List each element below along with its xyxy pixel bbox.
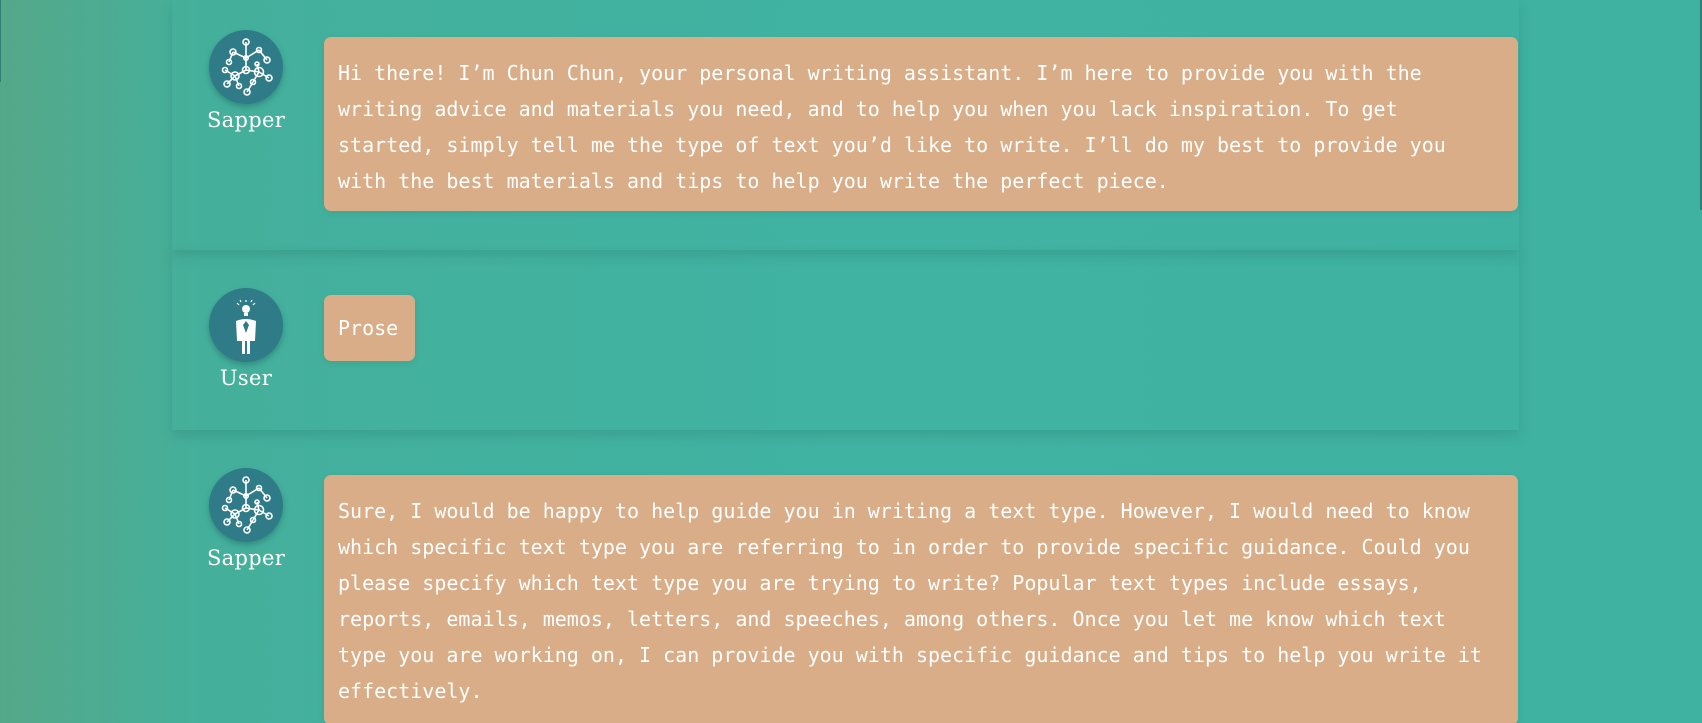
network-nodes-icon: [221, 476, 273, 534]
message-bubble: Sure, I would be happy to help guide you…: [324, 475, 1518, 723]
sender-name: User: [219, 366, 273, 390]
message-row-bot: Sapper Hi there! I’m Chun Chun, your per…: [172, 0, 1519, 250]
message-sender: Sapper: [186, 30, 306, 132]
message-row-user: User Prose: [172, 250, 1519, 430]
message-sender: User: [186, 288, 306, 390]
chat-thread: Sapper Hi there! I’m Chun Chun, your per…: [172, 0, 1519, 723]
user-avatar: [209, 288, 283, 362]
person-lightbulb-icon: [236, 299, 256, 354]
bot-avatar: [209, 468, 283, 542]
network-nodes-icon: [221, 38, 273, 96]
message-bubble: Hi there! I’m Chun Chun, your personal w…: [324, 37, 1518, 211]
sender-name: Sapper: [206, 546, 286, 570]
message-row-bot: Sapper Sure, I would be happy to help gu…: [172, 430, 1519, 723]
sender-name: Sapper: [206, 108, 286, 132]
window-edge-left: [0, 0, 1, 82]
message-sender: Sapper: [186, 468, 306, 570]
message-bubble: Prose: [324, 295, 415, 361]
bot-avatar: [209, 30, 283, 104]
